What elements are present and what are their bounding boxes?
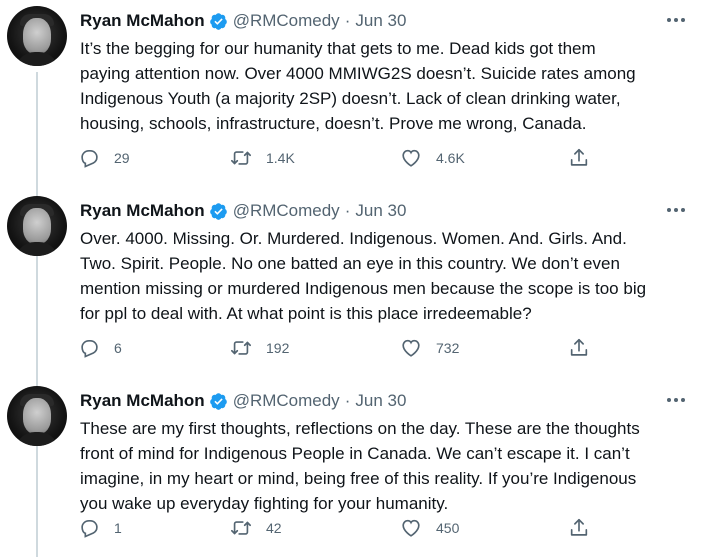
retweet-icon	[231, 151, 251, 165]
retweet-icon	[231, 341, 251, 355]
reply-icon	[81, 520, 98, 538]
tweet-text: These are my first thoughts, reflections…	[80, 416, 686, 516]
like-icon	[402, 149, 420, 167]
tweet-header: Ryan McMahon @RMComedy · Jun 30	[80, 390, 406, 412]
retweet-count: 192	[266, 340, 290, 356]
reply-icon	[81, 340, 98, 358]
like-count: 732	[436, 340, 460, 356]
more-icon[interactable]	[663, 390, 689, 410]
tweet-date[interactable]: Jun 30	[355, 391, 406, 411]
tweet[interactable]: Ryan McMahon @RMComedy · Jun 30 It’s the…	[0, 0, 701, 196]
thread-line	[36, 72, 38, 196]
author-handle[interactable]: @RMComedy	[233, 11, 340, 31]
tweet-text-line: Over. 4000. Missing. Or. Murdered. Indig…	[80, 229, 627, 248]
verified-badge-icon	[209, 12, 227, 30]
like-button[interactable]: 4.6K	[400, 146, 465, 170]
tweet-text: Over. 4000. Missing. Or. Murdered. Indig…	[80, 226, 686, 326]
separator: ·	[344, 201, 351, 220]
retweet-count: 1.4K	[266, 150, 295, 166]
author-handle[interactable]: @RMComedy	[233, 201, 340, 221]
tweet-text-line: Indigenous Youth (a majority 2SP) doesn’…	[80, 89, 621, 108]
reply-count: 29	[114, 150, 130, 166]
share-button[interactable]	[568, 336, 590, 360]
tweet-date[interactable]: Jun 30	[355, 11, 406, 31]
like-button[interactable]: 450	[400, 516, 459, 540]
retweet-icon	[231, 521, 251, 535]
author-name[interactable]: Ryan McMahon	[80, 391, 205, 411]
tweet-date[interactable]: Jun 30	[355, 201, 406, 221]
like-count: 450	[436, 520, 460, 536]
more-icon[interactable]	[663, 10, 689, 30]
separator: ·	[344, 11, 351, 30]
tweet-text-line: front of mind for Indigenous People in C…	[80, 444, 630, 463]
avatar[interactable]	[7, 196, 67, 256]
tweet[interactable]: Ryan McMahon @RMComedy · Jun 30 These ar…	[0, 380, 701, 557]
share-button[interactable]	[568, 516, 590, 540]
verified-badge-icon	[209, 392, 227, 410]
thread-line	[36, 252, 38, 386]
verified-badge-icon	[209, 202, 227, 220]
reply-count: 1	[114, 520, 122, 536]
share-button[interactable]	[568, 146, 590, 170]
like-button[interactable]: 732	[400, 336, 459, 360]
tweet-text: It’s the begging for our humanity that g…	[80, 36, 686, 136]
tweet-text-line: mention missing or murdered Indigenous m…	[80, 279, 647, 298]
like-count: 4.6K	[436, 150, 465, 166]
thread-line	[36, 442, 38, 557]
share-icon	[570, 338, 588, 356]
retweet-button[interactable]: 1.4K	[230, 146, 295, 170]
like-icon	[402, 339, 420, 357]
tweet-text-line: for ppl to deal with. At what point is t…	[80, 304, 532, 323]
tweet-text-line: These are my first thoughts, reflections…	[80, 419, 640, 438]
reply-button[interactable]: 29	[78, 146, 130, 170]
author-name[interactable]: Ryan McMahon	[80, 201, 205, 221]
share-icon	[570, 148, 588, 166]
reply-icon	[81, 150, 98, 168]
avatar[interactable]	[7, 6, 67, 66]
separator: ·	[344, 391, 351, 410]
author-name[interactable]: Ryan McMahon	[80, 11, 205, 31]
tweet-text-line: you wake up everyday fighting for your h…	[80, 494, 449, 513]
retweet-button[interactable]: 192	[230, 336, 289, 360]
reply-button[interactable]: 6	[78, 336, 122, 360]
tweet-text-line: Two. Spirit. People. No one batted an ey…	[80, 254, 620, 273]
retweet-count: 42	[266, 520, 282, 536]
tweet-text-line: imagine, in my heart or mind, being free…	[80, 469, 637, 488]
tweet-header: Ryan McMahon @RMComedy · Jun 30	[80, 10, 406, 32]
share-icon	[570, 518, 588, 536]
tweet-header: Ryan McMahon @RMComedy · Jun 30	[80, 200, 406, 222]
retweet-button[interactable]: 42	[230, 516, 282, 540]
reply-count: 6	[114, 340, 122, 356]
like-icon	[402, 519, 420, 537]
reply-button[interactable]: 1	[78, 516, 122, 540]
tweet-text-line: paying attention now. Over 4000 MMIWG2S …	[80, 64, 636, 83]
more-icon[interactable]	[663, 200, 689, 220]
tweet[interactable]: Ryan McMahon @RMComedy · Jun 30 Over. 40…	[0, 190, 701, 386]
author-handle[interactable]: @RMComedy	[233, 391, 340, 411]
avatar[interactable]	[7, 386, 67, 446]
tweet-text-line: housing, schools, infrastructure, doesn’…	[80, 114, 587, 133]
tweet-text-line: It’s the begging for our humanity that g…	[80, 39, 596, 58]
